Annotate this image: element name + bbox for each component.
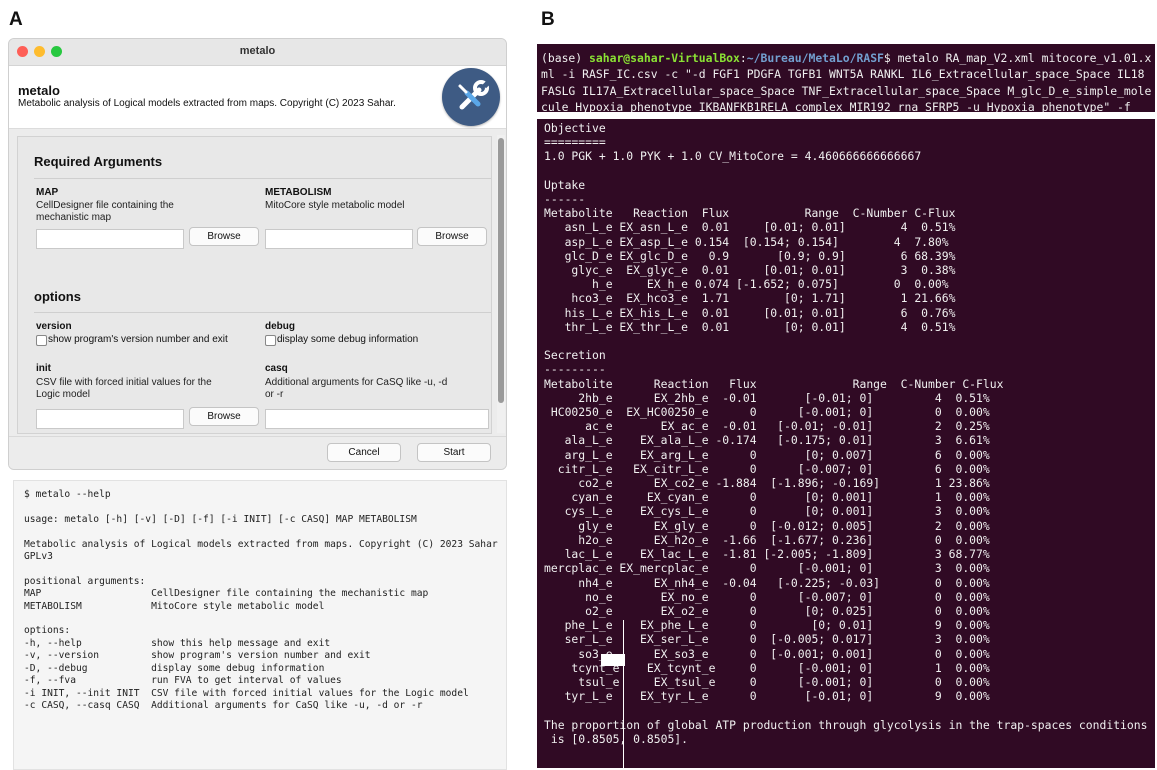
map-description-line-1: CellDesigner file containing the xyxy=(36,200,174,211)
metabolism-browse-button[interactable]: Browse xyxy=(417,227,487,246)
version-label: version xyxy=(36,321,72,332)
title-bar: metalo xyxy=(9,39,506,66)
casq-input[interactable] xyxy=(265,409,489,429)
action-bar: Cancel Start xyxy=(9,436,506,469)
app-name: metalo xyxy=(18,83,60,98)
command-line: (base) sahar@sahar-VirtualBox:~/Bureau/M… xyxy=(537,44,1155,112)
divider xyxy=(34,178,491,179)
conda-env: (base) xyxy=(541,51,590,65)
debug-checkbox[interactable] xyxy=(265,335,276,346)
options-heading: options xyxy=(34,289,81,304)
help-output-text: $ metalo --help usage: metalo [-h] [-v] … xyxy=(24,489,498,711)
init-description-line-2: Logic model xyxy=(36,389,90,400)
casq-label: casq xyxy=(265,363,288,374)
prompt-separator: : xyxy=(739,51,747,65)
terminal-cursor xyxy=(601,654,625,666)
init-description-line-1: CSV file with forced initial values for … xyxy=(36,377,212,388)
casq-description-line-2: or -r xyxy=(265,389,284,400)
help-output-terminal: $ metalo --help usage: metalo [-h] [-v] … xyxy=(13,480,507,770)
map-label: MAP xyxy=(36,187,59,198)
arguments-form: Required Arguments MAP CellDesigner file… xyxy=(17,136,492,434)
scrollbar-thumb[interactable] xyxy=(498,138,504,403)
version-checkbox-label: show program's version number and exit xyxy=(48,334,228,345)
window-title: metalo xyxy=(239,45,276,57)
panel-label-b: B xyxy=(541,9,555,30)
casq-description-line-1: Additional arguments for CaSQ like -u, -… xyxy=(265,377,448,388)
command-line-terminal: (base) sahar@sahar-VirtualBox:~/Bureau/M… xyxy=(537,44,1155,112)
start-button[interactable]: Start xyxy=(417,443,491,462)
working-directory: ~/Bureau/MetaLo/RASF xyxy=(746,51,884,65)
wrench-screwdriver-icon xyxy=(458,80,491,110)
user-host: sahar@sahar-VirtualBox xyxy=(589,51,740,65)
map-input[interactable] xyxy=(36,229,184,249)
cancel-button[interactable]: Cancel xyxy=(327,443,401,462)
divider xyxy=(34,312,491,313)
map-description-line-2: mechanistic map xyxy=(36,212,112,223)
debug-label: debug xyxy=(265,321,295,332)
required-arguments-heading: Required Arguments xyxy=(34,154,163,169)
metalo-window: metalo metalo Metabolic analysis of Logi… xyxy=(8,38,507,470)
panel-label-a: A xyxy=(9,9,23,30)
map-browse-button[interactable]: Browse xyxy=(189,227,259,246)
init-browse-button[interactable]: Browse xyxy=(189,407,259,426)
metabolism-label: METABOLISM xyxy=(265,187,332,198)
metabolism-description: MitoCore style metabolic model xyxy=(265,200,405,211)
init-input[interactable] xyxy=(36,409,184,429)
debug-checkbox-label: display some debug information xyxy=(277,334,419,345)
results-terminal: Objective ========= 1.0 PGK + 1.0 PYK + … xyxy=(537,119,1155,768)
tools-icon xyxy=(442,68,500,126)
app-description: Metabolic analysis of Logical models ext… xyxy=(18,98,396,109)
app-header: metalo Metabolic analysis of Logical mod… xyxy=(9,66,506,129)
metabolism-input[interactable] xyxy=(265,229,413,249)
form-scrollbar[interactable] xyxy=(497,135,505,433)
results-output-text: Objective ========= 1.0 PGK + 1.0 PYK + … xyxy=(544,121,1148,746)
text-cursor-line xyxy=(623,620,624,768)
version-checkbox[interactable] xyxy=(36,335,47,346)
init-label: init xyxy=(36,363,51,374)
